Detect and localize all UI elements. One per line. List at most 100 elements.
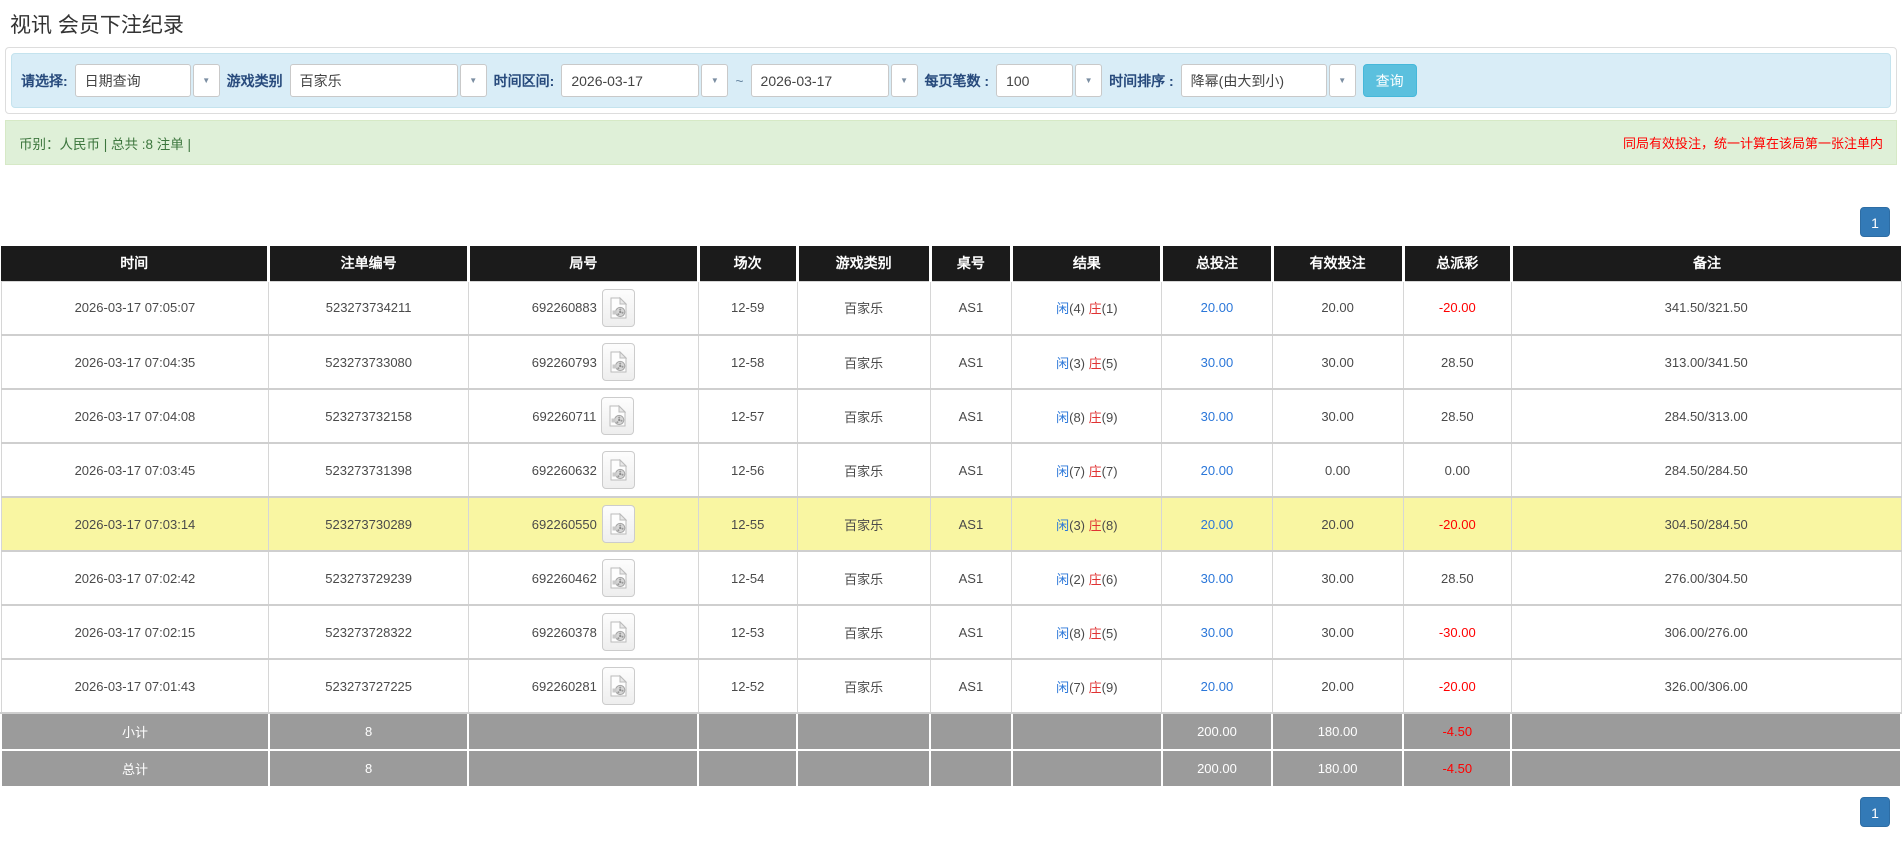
date-from-value[interactable]: 2026-03-17 bbox=[561, 64, 700, 97]
summary-label: 小计 bbox=[0, 712, 270, 751]
round-number: 692260550 bbox=[531, 516, 597, 532]
video-replay-button[interactable] bbox=[601, 451, 635, 489]
cell-table-no: AS1 bbox=[929, 442, 1013, 498]
cell-payout: -20.00 bbox=[1402, 658, 1512, 714]
chevron-down-icon: ▼ bbox=[1084, 76, 1093, 85]
total-bet-link[interactable]: 30.00 bbox=[1201, 571, 1234, 586]
cell-time: 2026-03-17 07:03:14 bbox=[0, 496, 270, 552]
game-type-value[interactable]: 百家乐 bbox=[289, 64, 458, 97]
table-row: 2026-03-17 07:03:45 523273731398 6922606… bbox=[0, 442, 1902, 498]
result-banker-label: 庄 bbox=[1088, 679, 1102, 695]
cell-valid-bet: 20.00 bbox=[1271, 658, 1404, 714]
cell-game-type: 百家乐 bbox=[796, 496, 931, 552]
result-banker-score: (9) bbox=[1101, 409, 1118, 425]
date-to-select[interactable]: 2026-03-17 ▼ bbox=[750, 64, 918, 97]
video-replay-button[interactable] bbox=[601, 613, 635, 651]
cell-table-no: AS1 bbox=[929, 658, 1013, 714]
result-banker-score: (1) bbox=[1101, 301, 1118, 317]
time-sort-value[interactable]: 降幂(由大到小) bbox=[1180, 64, 1327, 97]
pagination-top: 1 bbox=[0, 207, 1902, 237]
time-sort-select[interactable]: 降幂(由大到小) ▼ bbox=[1180, 64, 1356, 97]
result-player-score: (7) bbox=[1069, 679, 1085, 695]
video-replay-button[interactable] bbox=[601, 343, 635, 381]
result-banker-label: 庄 bbox=[1088, 625, 1102, 641]
page-size-select[interactable]: 100 ▼ bbox=[996, 64, 1103, 97]
cell-round-id: 692260883 bbox=[467, 280, 699, 336]
filter-panel: 请选择: 日期查询 ▼ 游戏类别 百家乐 ▼ 时间区间: 2026-03-17 … bbox=[5, 47, 1897, 114]
cell-table-no: AS1 bbox=[929, 280, 1013, 336]
total-bet-link[interactable]: 20.00 bbox=[1201, 679, 1234, 694]
cell-session: 12-53 bbox=[697, 604, 798, 660]
query-type-dropdown-button[interactable]: ▼ bbox=[192, 64, 220, 97]
table-row: 2026-03-17 07:03:14 523273730289 6922605… bbox=[0, 496, 1902, 552]
cell-game-type: 百家乐 bbox=[796, 442, 931, 498]
summary-total-bet: 200.00 bbox=[1160, 749, 1274, 788]
cell-table-no: AS1 bbox=[929, 496, 1013, 552]
film-file-icon bbox=[610, 351, 627, 373]
result-player-score: (8) bbox=[1069, 409, 1085, 425]
result-player-score: (4) bbox=[1069, 301, 1085, 317]
page-size-value[interactable]: 100 bbox=[996, 64, 1074, 97]
page-1-button[interactable]: 1 bbox=[1860, 797, 1890, 827]
game-type-select[interactable]: 百家乐 ▼ bbox=[289, 64, 487, 97]
result-player-label: 闲 bbox=[1056, 463, 1070, 479]
total-bet-link[interactable]: 20.00 bbox=[1201, 517, 1234, 532]
cell-time: 2026-03-17 07:02:15 bbox=[0, 604, 270, 660]
result-player-label: 闲 bbox=[1056, 409, 1070, 425]
search-button[interactable]: 查询 bbox=[1362, 64, 1417, 97]
total-bet-link[interactable]: 20.00 bbox=[1201, 300, 1234, 315]
date-from-dropdown-button[interactable]: ▼ bbox=[701, 64, 729, 97]
cell-round-id: 692260281 bbox=[467, 658, 699, 714]
cell-bet-id: 523273734211 bbox=[268, 280, 469, 336]
cell-session: 12-55 bbox=[697, 496, 798, 552]
cell-round-id: 692260550 bbox=[467, 496, 699, 552]
cell-session: 12-59 bbox=[697, 280, 798, 336]
result-banker-label: 庄 bbox=[1088, 355, 1102, 371]
total-bet-link[interactable]: 30.00 bbox=[1201, 625, 1234, 640]
cell-bet-id: 523273731398 bbox=[268, 442, 469, 498]
total-bet-link[interactable]: 20.00 bbox=[1201, 463, 1234, 478]
cell-valid-bet: 0.00 bbox=[1271, 442, 1404, 498]
video-replay-button[interactable] bbox=[601, 559, 635, 597]
cell-total-bet: 30.00 bbox=[1161, 388, 1273, 444]
result-player-label: 闲 bbox=[1056, 301, 1070, 317]
column-header: 总投注 bbox=[1161, 246, 1274, 281]
cell-game-type: 百家乐 bbox=[796, 658, 931, 714]
date-to-dropdown-button[interactable]: ▼ bbox=[890, 64, 918, 97]
film-file-icon bbox=[610, 567, 627, 589]
cell-bet-id: 523273732158 bbox=[268, 388, 469, 444]
date-to-value[interactable]: 2026-03-17 bbox=[750, 64, 889, 97]
total-bet-link[interactable]: 30.00 bbox=[1201, 409, 1234, 424]
cell-table-no: AS1 bbox=[929, 334, 1013, 390]
date-from-select[interactable]: 2026-03-17 ▼ bbox=[561, 64, 729, 97]
table-row: 2026-03-17 07:04:35 523273733080 6922607… bbox=[0, 334, 1902, 390]
query-type-value[interactable]: 日期查询 bbox=[74, 64, 191, 97]
cell-game-type: 百家乐 bbox=[796, 280, 931, 336]
query-type-select[interactable]: 日期查询 ▼ bbox=[74, 64, 220, 97]
round-number: 692260711 bbox=[532, 408, 597, 424]
page-1-button[interactable]: 1 bbox=[1860, 207, 1890, 237]
cell-time: 2026-03-17 07:01:43 bbox=[0, 658, 270, 714]
cell-valid-bet: 30.00 bbox=[1271, 388, 1404, 444]
result-player-score: (3) bbox=[1069, 355, 1085, 371]
total-bet-link[interactable]: 30.00 bbox=[1201, 355, 1234, 370]
video-replay-button[interactable] bbox=[601, 397, 635, 435]
game-type-label: 游戏类别 bbox=[226, 72, 283, 89]
video-replay-button[interactable] bbox=[601, 505, 635, 543]
page-size-dropdown-button[interactable]: ▼ bbox=[1075, 64, 1103, 97]
column-header: 时间 bbox=[1, 246, 271, 281]
table-footer: 小计 8 200.00 180.00 -4.50 总计 8 200.00 180… bbox=[0, 712, 1902, 788]
table-row: 2026-03-17 07:01:43 523273727225 6922602… bbox=[0, 658, 1902, 714]
film-file-icon bbox=[610, 621, 627, 643]
cell-round-id: 692260462 bbox=[467, 550, 699, 606]
summary-valid-bet: 180.00 bbox=[1271, 712, 1405, 751]
cell-total-bet: 20.00 bbox=[1161, 442, 1273, 498]
time-sort-dropdown-button[interactable]: ▼ bbox=[1328, 64, 1356, 97]
cell-remark: 276.00/304.50 bbox=[1510, 550, 1902, 606]
cell-round-id: 692260632 bbox=[467, 442, 699, 498]
result-banker-score: (6) bbox=[1101, 571, 1118, 587]
video-replay-button[interactable] bbox=[601, 288, 635, 327]
result-banker-score: (9) bbox=[1101, 679, 1118, 695]
video-replay-button[interactable] bbox=[601, 667, 635, 705]
game-type-dropdown-button[interactable]: ▼ bbox=[459, 64, 487, 97]
